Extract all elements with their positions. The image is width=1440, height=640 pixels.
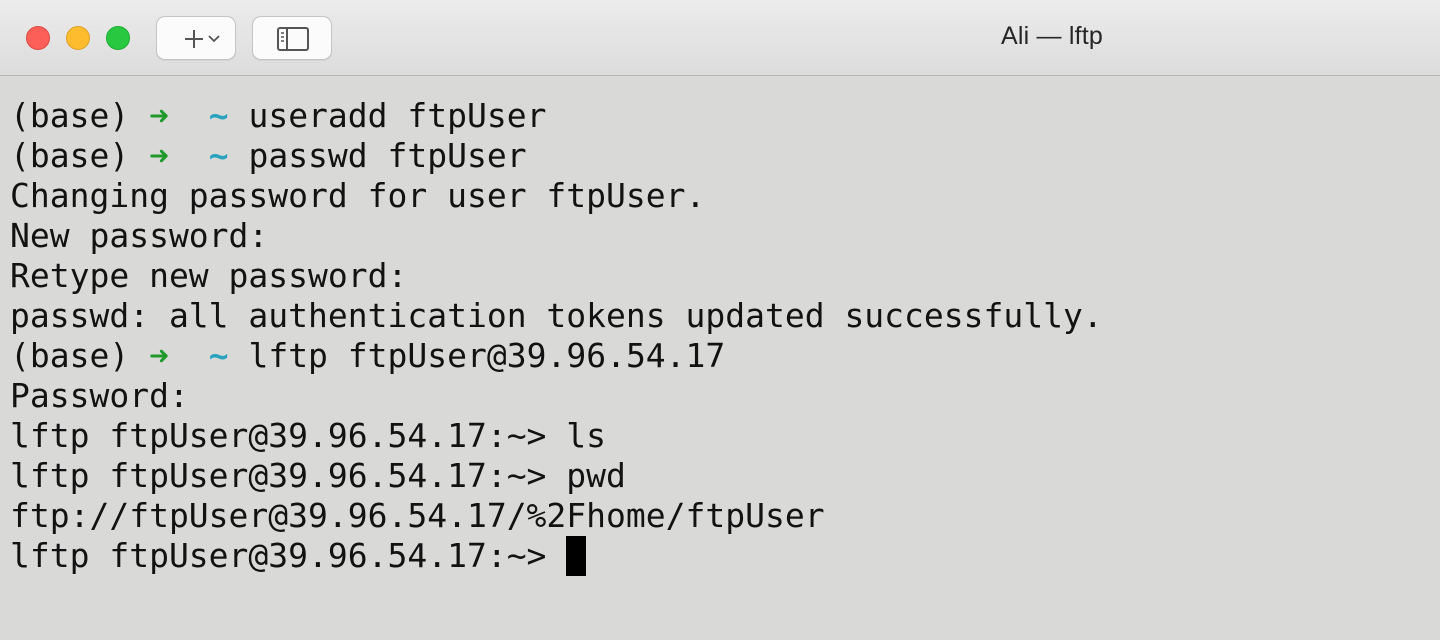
output-line: passwd: all authentication tokens update… bbox=[10, 296, 1430, 336]
output-text: New password: bbox=[10, 216, 269, 255]
output-text: Changing password for user ftpUser. bbox=[10, 176, 706, 215]
window-title: Ali — lftp bbox=[1000, 22, 1104, 50]
output-line: ftp://ftpUser@39.96.54.17/%2Fhome/ftpUse… bbox=[10, 496, 1430, 536]
title-bar[interactable]: Ali — lftp bbox=[0, 0, 1440, 76]
output-line: Changing password for user ftpUser. bbox=[10, 176, 1430, 216]
prompt-env: (base) bbox=[10, 96, 150, 135]
output-line: lftp ftpUser@39.96.54.17:~> ls bbox=[10, 416, 1430, 456]
text-cursor bbox=[566, 536, 587, 576]
output-text: lftp ftpUser@39.96.54.17:~> pwd bbox=[10, 456, 626, 495]
prompt-line: (base) ➜ ~ useradd ftpUser bbox=[10, 96, 1430, 136]
prompt-cwd: ~ bbox=[208, 336, 229, 375]
output-text: lftp ftpUser@39.96.54.17:~> ls bbox=[10, 416, 607, 455]
prompt-cwd: ~ bbox=[208, 136, 229, 175]
prompt-command: useradd ftpUser bbox=[248, 96, 547, 135]
prompt-arrow-icon: ➜ bbox=[149, 96, 169, 135]
output-line: Password: bbox=[10, 376, 1430, 416]
terminal-window: Ali — lftp (base) ➜ ~ useradd ftpUser (ba… bbox=[0, 0, 1440, 640]
prompt-line: (base) ➜ ~ passwd ftpUser bbox=[10, 136, 1430, 176]
output-text: lftp ftpUser@39.96.54.17:~> bbox=[10, 536, 567, 575]
prompt-env: (base) bbox=[10, 336, 150, 375]
output-line: New password: bbox=[10, 216, 1430, 256]
prompt-cwd: ~ bbox=[208, 96, 229, 135]
output-line: Retype new password: bbox=[10, 256, 1430, 296]
prompt-env: (base) bbox=[10, 136, 150, 175]
output-line: lftp ftpUser@39.96.54.17:~> pwd bbox=[10, 456, 1430, 496]
prompt-arrow-icon: ➜ bbox=[149, 136, 169, 175]
output-text: ftp://ftpUser@39.96.54.17/%2Fhome/ftpUse… bbox=[10, 496, 825, 535]
prompt-command: lftp ftpUser@39.96.54.17 bbox=[248, 336, 726, 375]
output-text: passwd: all authentication tokens update… bbox=[10, 296, 1103, 335]
prompt-line: (base) ➜ ~ lftp ftpUser@39.96.54.17 bbox=[10, 336, 1430, 376]
output-line: lftp ftpUser@39.96.54.17:~> bbox=[10, 536, 1430, 576]
terminal-output[interactable]: (base) ➜ ~ useradd ftpUser (base) ➜ ~ pas… bbox=[10, 96, 1430, 576]
prompt-command: passwd ftpUser bbox=[248, 136, 527, 175]
prompt-arrow-icon: ➜ bbox=[149, 336, 169, 375]
output-text: Retype new password: bbox=[10, 256, 408, 295]
output-text: Password: bbox=[10, 376, 189, 415]
